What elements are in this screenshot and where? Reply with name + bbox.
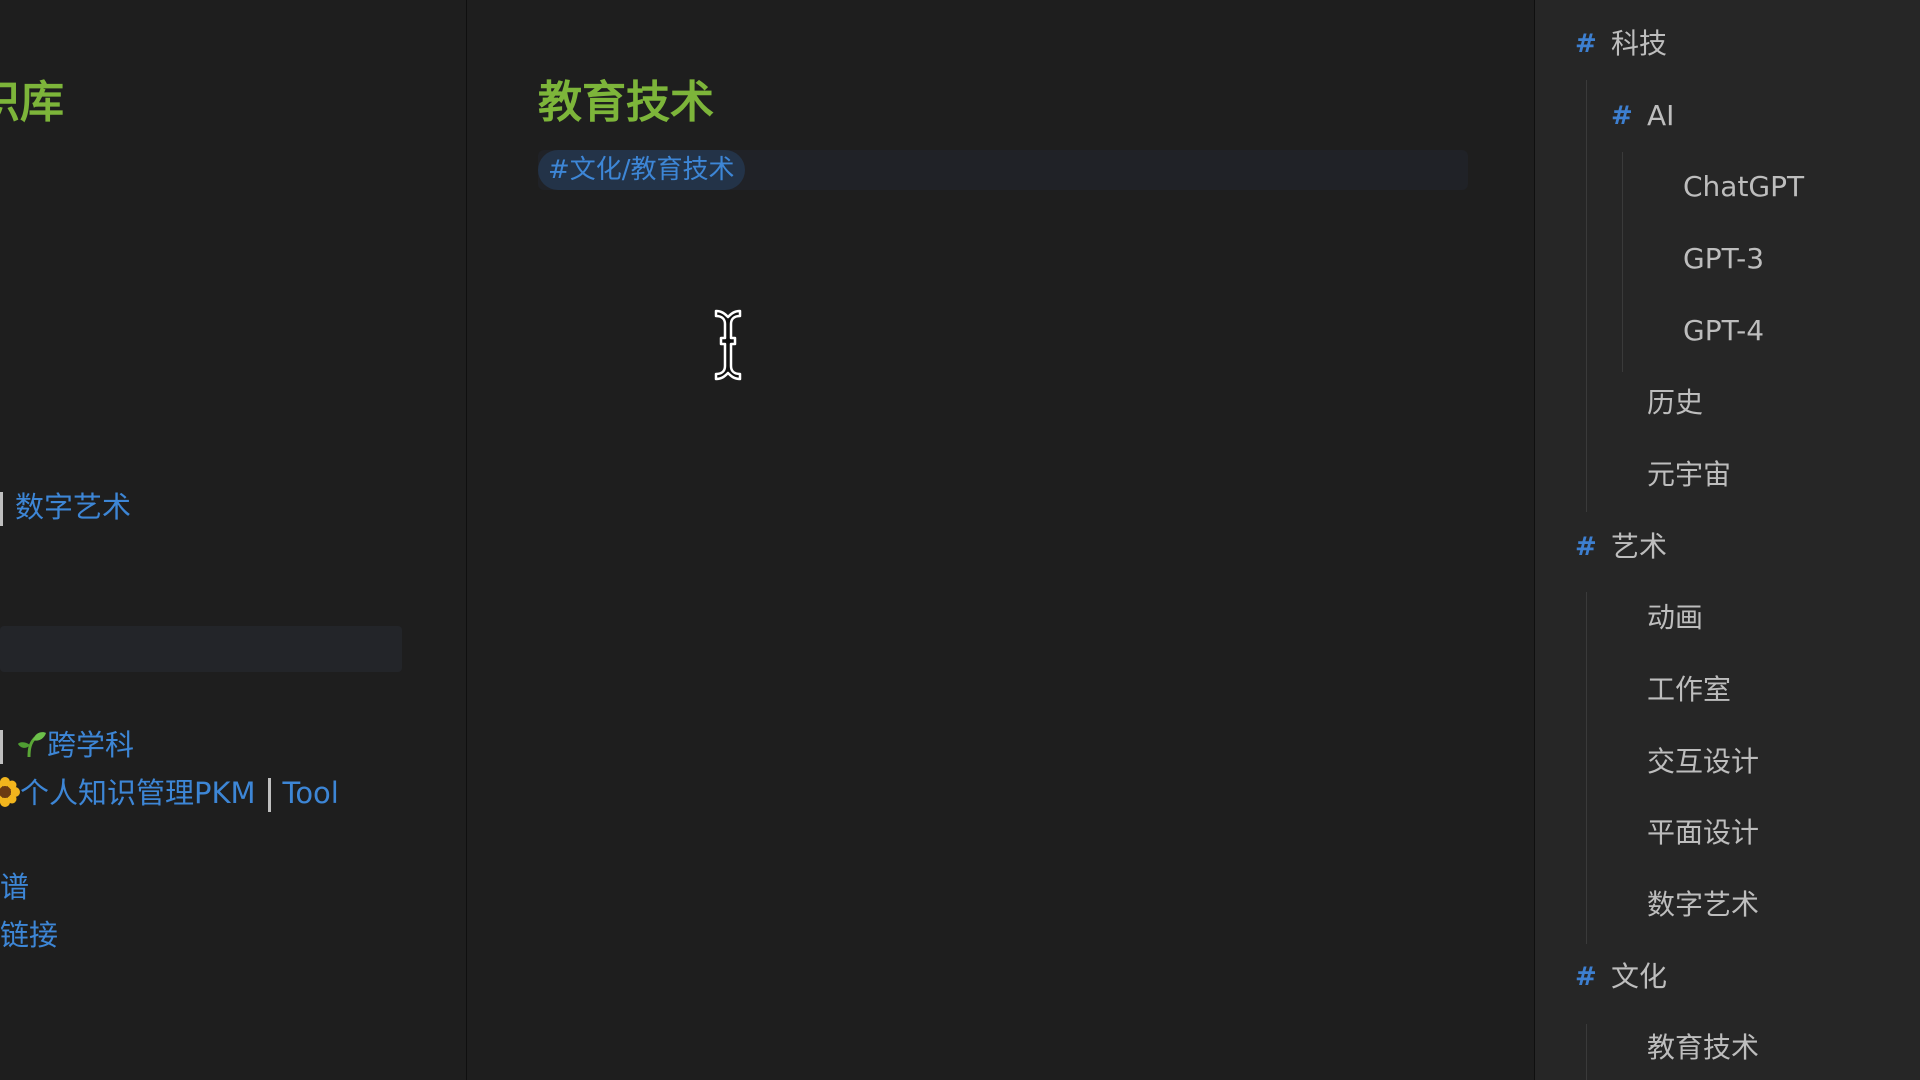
- sunflower-icon: [0, 776, 20, 814]
- tag-tree-item-gpt3[interactable]: GPT-3: [1683, 239, 1764, 279]
- tag-tree-item-metaverse[interactable]: 元宇宙: [1647, 455, 1731, 495]
- link-digital-art[interactable]: 数字艺术: [15, 490, 131, 524]
- left-note-title: 识库: [0, 77, 64, 128]
- link-tool[interactable]: Tool: [283, 776, 339, 810]
- link-pkm[interactable]: 个人知识管理PKM: [20, 776, 256, 810]
- tag-tree-item-graphic-design[interactable]: 平面设计: [1647, 813, 1759, 853]
- separator-bar: [0, 730, 3, 764]
- tree-guide-line: [1586, 1024, 1587, 1080]
- left-link-row-3: 个人知识管理PKM Tool: [0, 770, 339, 814]
- hash-icon: #: [1611, 101, 1633, 131]
- hash-icon: #: [1575, 532, 1597, 562]
- tag-tree-item-interaction-design[interactable]: 交互设计: [1647, 742, 1759, 782]
- separator-bar: [0, 492, 3, 526]
- tag-tree-item-art[interactable]: 艺术: [1611, 527, 1667, 567]
- text-cursor-icon: [710, 308, 746, 386]
- link-interdisciplinary[interactable]: 跨学科: [47, 728, 134, 762]
- separator-bar: [267, 778, 271, 812]
- tag-tree-item-chatgpt[interactable]: ChatGPT: [1683, 167, 1804, 207]
- tag-tree-item-culture[interactable]: 文化: [1611, 957, 1667, 997]
- seedling-icon: [15, 729, 47, 766]
- left-link-row-2: 跨学科: [0, 722, 134, 766]
- hash-icon: #: [1575, 29, 1597, 59]
- tag-tree-item-digital-art[interactable]: 数字艺术: [1647, 885, 1759, 925]
- tag-tree-item-edtech[interactable]: 教育技术: [1647, 1028, 1759, 1068]
- note-title: 教育技术: [538, 77, 714, 128]
- editor-pane[interactable]: 教育技术 #文化/教育技术: [467, 0, 1534, 1080]
- tag-tree-item-studio[interactable]: 工作室: [1647, 670, 1731, 710]
- tag-tree-item-gpt4[interactable]: GPT-4: [1683, 311, 1764, 351]
- tag-tree-item-animation[interactable]: 动画: [1647, 598, 1703, 638]
- left-link-row-1: 数字艺术: [0, 484, 131, 526]
- tag-tree-item-ai[interactable]: AI: [1647, 96, 1674, 136]
- tree-guide-line: [1586, 592, 1587, 944]
- tree-guide-line: [1622, 152, 1623, 372]
- left-note-pane: 识库 数字艺术 跨学科 个人知识管理PKM Tool: [0, 0, 466, 1080]
- tag-tree-item-tech[interactable]: 科技: [1611, 24, 1667, 64]
- tag-tree-item-history[interactable]: 历史: [1647, 383, 1703, 423]
- note-tag[interactable]: #文化/教育技术: [538, 150, 745, 190]
- hash-icon: #: [1575, 962, 1597, 992]
- left-link-fragment-1[interactable]: 谱: [0, 864, 29, 906]
- tag-pane: # 科技 # AI ChatGPT GPT-3 GPT-4 历史 元宇宙 # 艺…: [1535, 0, 1920, 1080]
- left-line-highlight: [0, 626, 402, 672]
- tree-guide-line: [1586, 80, 1587, 512]
- left-link-fragment-2[interactable]: 链接: [0, 912, 58, 954]
